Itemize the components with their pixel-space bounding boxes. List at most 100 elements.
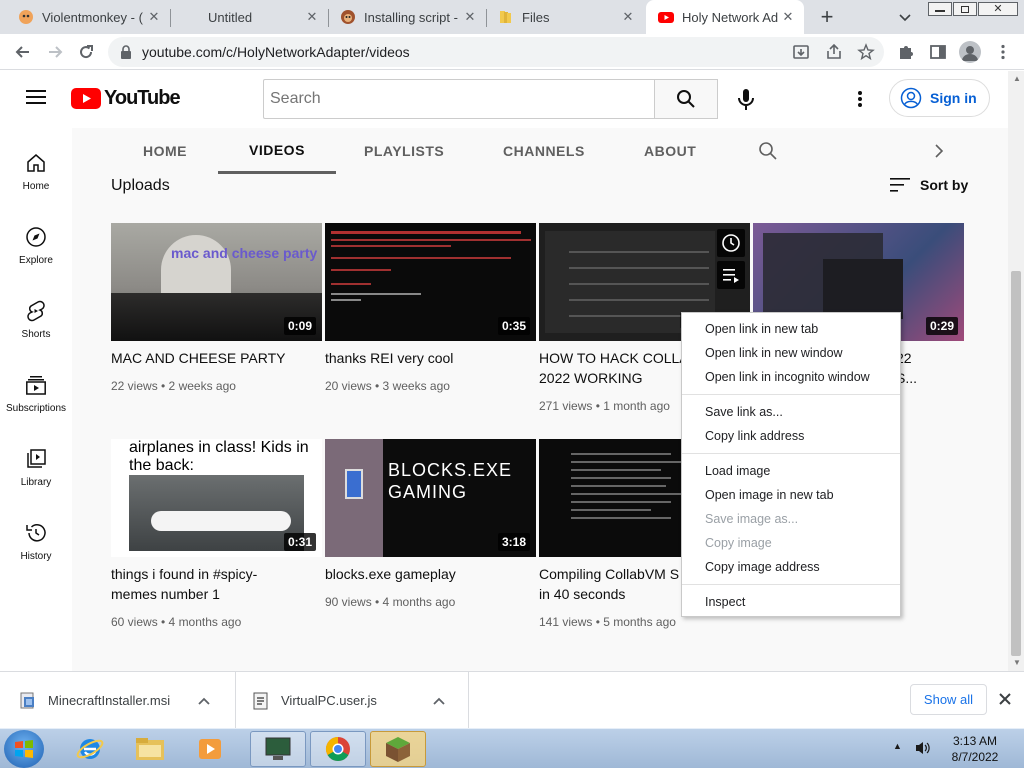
restore-window-button[interactable]: [953, 2, 977, 16]
video-title[interactable]: 22 S...: [896, 348, 936, 388]
scroll-up-arrow[interactable]: ▲: [1013, 74, 1021, 83]
video-title[interactable]: thanks REI very cool: [325, 348, 530, 368]
video-title[interactable]: things i found in #spicy-memes number 1: [111, 564, 316, 604]
video-title[interactable]: HOW TO HACK COLLA 2022 WORKING: [539, 348, 681, 388]
close-tab-icon[interactable]: ✕: [780, 9, 796, 25]
close-tab-icon[interactable]: ✕: [462, 9, 478, 25]
show-all-downloads-button[interactable]: Show all: [910, 684, 987, 715]
minimize-window-button[interactable]: [928, 2, 952, 16]
sort-by-button[interactable]: Sort by: [890, 177, 968, 193]
menu-item-copy-image-address[interactable]: Copy image address: [682, 556, 900, 578]
menu-item-open-link-new-tab[interactable]: Open link in new tab: [682, 318, 900, 340]
close-window-button[interactable]: ✕: [978, 2, 1018, 16]
add-to-queue-icon[interactable]: [717, 261, 745, 289]
menu-item-open-image-new-tab[interactable]: Open image in new tab: [682, 484, 900, 506]
watch-later-icon[interactable]: [717, 229, 745, 257]
menu-item-open-link-incognito[interactable]: Open link in incognito window: [682, 366, 900, 388]
close-tab-icon[interactable]: ✕: [620, 9, 636, 25]
menu-item-save-image-as: Save image as...: [705, 512, 799, 526]
system-clock[interactable]: 3:13 AM 8/7/2022: [940, 733, 1010, 765]
lock-icon[interactable]: [120, 45, 132, 59]
browser-tab-youtube-active[interactable]: Holy Network Ad ✕: [646, 0, 804, 34]
video-title[interactable]: MAC AND CHEESE PARTY: [111, 348, 316, 368]
menu-item-copy-link-address[interactable]: Copy link address: [682, 425, 900, 447]
address-bar[interactable]: youtube.com/c/HolyNetworkAdapter/videos: [108, 37, 884, 67]
tab-channels[interactable]: CHANNELS: [503, 128, 585, 174]
taskbar-chrome[interactable]: [310, 731, 366, 767]
close-downloads-icon[interactable]: [998, 692, 1012, 706]
menu-item-open-link-new-window[interactable]: Open link in new window: [682, 342, 900, 364]
extensions-puzzle-icon[interactable]: [897, 43, 915, 61]
video-thumbnail[interactable]: mac and cheese party 0:09: [111, 223, 322, 341]
volume-icon[interactable]: [914, 740, 932, 756]
sidebar-item-explore[interactable]: Explore: [0, 217, 72, 291]
taskbar-virtualpc[interactable]: [250, 731, 306, 767]
reload-icon[interactable]: [77, 43, 95, 61]
close-tab-icon[interactable]: ✕: [304, 9, 320, 25]
back-arrow-icon[interactable]: [14, 43, 32, 61]
settings-menu-icon[interactable]: [852, 89, 868, 109]
share-icon[interactable]: [825, 43, 843, 61]
video-title[interactable]: Compiling CollabVM Sin 40 seconds: [539, 564, 681, 604]
clock-time: 3:13 AM: [952, 734, 998, 748]
tab-search-icon[interactable]: [896, 8, 914, 26]
sidebar-item-history[interactable]: History: [0, 513, 72, 587]
menu-separator: [682, 453, 900, 454]
scrollbar-thumb[interactable]: [1011, 271, 1021, 656]
video-meta: 20 views • 3 weeks ago: [325, 379, 450, 393]
tab-home[interactable]: HOME: [143, 128, 187, 174]
youtube-logo-icon: [71, 87, 101, 109]
bookmark-star-icon[interactable]: [857, 43, 875, 61]
browser-menu-icon[interactable]: [994, 43, 1012, 61]
voice-search-icon[interactable]: [737, 88, 755, 112]
menu-item-inspect[interactable]: Inspect: [682, 591, 900, 613]
chevron-up-icon[interactable]: [433, 697, 445, 705]
taskbar-file-explorer[interactable]: [122, 731, 178, 767]
tab-playlists[interactable]: PLAYLISTS: [364, 128, 444, 174]
search-button[interactable]: [654, 79, 718, 119]
tab-videos[interactable]: VIDEOS: [218, 128, 336, 174]
sort-icon: [890, 178, 910, 192]
sign-in-button[interactable]: Sign in: [889, 79, 990, 117]
channel-search-icon[interactable]: [758, 141, 778, 161]
taskbar-internet-explorer[interactable]: [62, 731, 118, 767]
show-hidden-icons-icon[interactable]: ▲: [893, 741, 902, 751]
profile-avatar-icon[interactable]: [959, 41, 981, 63]
hamburger-menu-icon[interactable]: [26, 88, 46, 106]
youtube-icon: [658, 12, 674, 23]
close-tab-icon[interactable]: ✕: [146, 9, 162, 25]
thumbnail-caption: BLOCKS.EXE GAMING: [388, 460, 513, 502]
start-button[interactable]: [4, 730, 44, 768]
youtube-logo[interactable]: YouTube: [71, 86, 181, 110]
browser-toolbar: youtube.com/c/HolyNetworkAdapter/videos: [0, 34, 1024, 70]
sidebar-item-home[interactable]: Home: [0, 143, 72, 217]
video-thumbnail[interactable]: 0:35: [325, 223, 536, 341]
browser-tab-untitled[interactable]: Untitled ✕: [172, 0, 328, 34]
new-tab-button[interactable]: +: [816, 6, 838, 29]
sidebar-item-subscriptions[interactable]: Subscriptions: [0, 365, 72, 439]
taskbar-media-player[interactable]: [182, 731, 238, 767]
menu-item-load-image[interactable]: Load image: [682, 460, 900, 482]
sidebar-item-shorts[interactable]: Shorts: [0, 291, 72, 365]
browser-tab-installing-script[interactable]: Installing script - ( ✕: [328, 0, 486, 34]
search-input[interactable]: [263, 79, 655, 119]
install-app-icon[interactable]: [792, 43, 810, 61]
menu-item-save-link-as[interactable]: Save link as...: [682, 401, 900, 423]
browser-tab-files[interactable]: Files ✕: [486, 0, 644, 34]
forward-arrow-icon[interactable]: [46, 43, 64, 61]
scroll-down-arrow[interactable]: ▼: [1013, 658, 1021, 667]
browser-tab-violentmonkey[interactable]: Violentmonkey - ( ✕: [6, 0, 170, 34]
download-item[interactable]: VirtualPC.user.js: [237, 672, 469, 729]
side-panel-icon[interactable]: [929, 43, 947, 61]
video-title[interactable]: blocks.exe gameplay: [325, 564, 530, 584]
video-duration: 3:18: [497, 533, 530, 551]
page-scrollbar[interactable]: ▲ ▼: [1008, 71, 1024, 671]
sidebar-item-library[interactable]: Library: [0, 439, 72, 513]
chevron-right-icon[interactable]: [933, 142, 945, 160]
video-thumbnail[interactable]: BLOCKS.EXE GAMING 3:18: [325, 439, 536, 557]
chevron-up-icon[interactable]: [198, 697, 210, 705]
taskbar-minecraft[interactable]: [370, 731, 426, 767]
tab-about[interactable]: ABOUT: [644, 128, 696, 174]
download-item[interactable]: MinecraftInstaller.msi: [0, 672, 236, 729]
video-thumbnail[interactable]: airplanes in class! Kids in the back: 0:…: [111, 439, 322, 557]
